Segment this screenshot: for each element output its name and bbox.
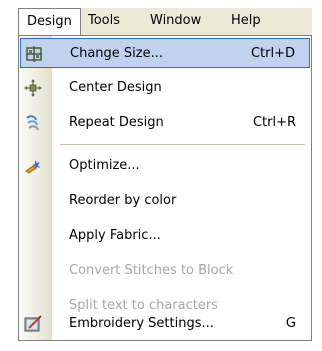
menu-tools[interactable]: Tools	[80, 8, 128, 35]
optimize-wand-icon	[24, 157, 42, 175]
menu-item-repeat-design[interactable]: Repeat Design Ctrl+R	[20, 108, 310, 138]
design-dropdown-menu: Change Size... Ctrl+D Center Design Repe…	[18, 35, 312, 341]
menu-separator	[60, 144, 305, 145]
menu-item-center-design[interactable]: Center Design	[20, 73, 310, 103]
menu-item-reorder-by-color[interactable]: Reorder by color	[20, 186, 310, 216]
menu-item-convert-stitches-to-block: Convert Stitches to Block	[20, 256, 310, 286]
menu-item-shortcut: Ctrl+R	[252, 115, 296, 130]
menu-item-shortcut: Ctrl+D	[250, 46, 295, 61]
menu-window[interactable]: Window	[142, 8, 209, 35]
repeat-design-icon	[24, 114, 42, 132]
menu-help-label: Help	[231, 13, 261, 28]
menu-window-label: Window	[150, 13, 202, 28]
menu-bar: Design Tools Window Help	[0, 0, 322, 36]
menu-item-embroidery-settings[interactable]: Embroidery Settings... G	[20, 309, 310, 339]
menu-item-label: Reorder by color	[69, 193, 177, 208]
menu-item-label: Repeat Design	[69, 115, 164, 130]
menu-help[interactable]: Help	[223, 8, 269, 35]
menu-design[interactable]: Design	[18, 8, 81, 35]
menu-item-label: Center Design	[69, 80, 162, 95]
menu-item-shortcut: G	[285, 316, 296, 331]
menu-design-label: Design	[27, 14, 72, 29]
center-design-icon	[24, 79, 42, 97]
menu-item-optimize[interactable]: Optimize...	[20, 151, 310, 181]
menu-item-label: Apply Fabric...	[69, 228, 161, 243]
menu-item-apply-fabric[interactable]: Apply Fabric...	[20, 221, 310, 251]
menu-item-change-size[interactable]: Change Size... Ctrl+D	[20, 38, 310, 68]
menu-item-label: Embroidery Settings...	[69, 316, 214, 331]
menu-item-label: Optimize...	[69, 158, 140, 173]
menu-item-label: Convert Stitches to Block	[69, 263, 234, 278]
menu-item-label: Change Size...	[70, 46, 163, 61]
change-size-icon	[25, 45, 43, 63]
menu-tools-label: Tools	[88, 13, 121, 28]
embroidery-settings-icon	[24, 315, 42, 333]
